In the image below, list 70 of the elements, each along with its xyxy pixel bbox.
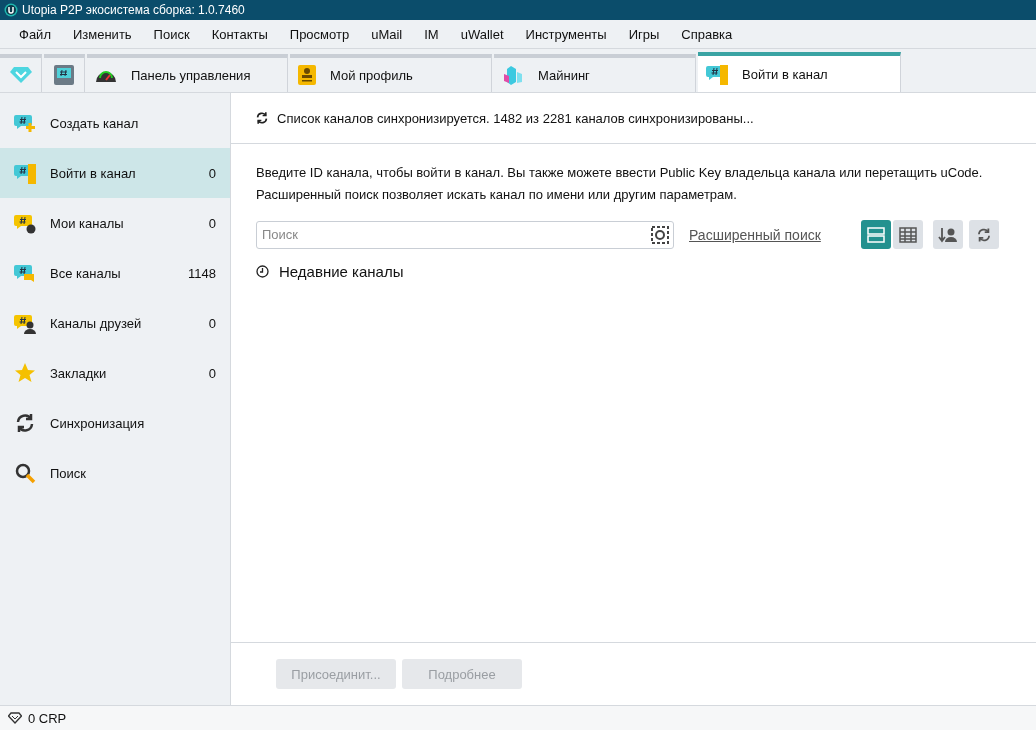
- search-field[interactable]: Поиск: [256, 220, 674, 249]
- chat-icon: [14, 262, 36, 284]
- sidebar-label: Все каналы: [50, 265, 122, 281]
- menu-item[interactable]: uWallet: [449, 26, 515, 42]
- qr-code-icon: [651, 225, 669, 244]
- item-count: 0: [208, 215, 216, 231]
- menu-item[interactable]: Инструменты: [514, 26, 618, 42]
- advanced-search-link[interactable]: Расширенный поиск: [689, 226, 821, 243]
- sidebar-item[interactable]: Создать канал: [0, 98, 230, 148]
- star-icon: [14, 362, 36, 384]
- window-title: Utopia P2P экосистема сборка: 1.0.7460: [22, 3, 245, 17]
- item-count: 0: [208, 315, 216, 331]
- refresh-button[interactable]: [968, 220, 999, 249]
- item-count: 0: [208, 365, 216, 381]
- sidebar-label: Синхронизация: [50, 415, 146, 431]
- diamond-icon: [9, 66, 32, 84]
- chat-user-icon: [14, 312, 36, 334]
- sidebar-label: Каналы друзей: [50, 315, 143, 331]
- sidebar-label: Мои каналы: [50, 215, 125, 231]
- sidebar-item[interactable]: Синхронизация: [0, 398, 230, 448]
- tab[interactable]: Войти в канал: [698, 52, 901, 92]
- item-count: 0: [208, 165, 216, 181]
- sidebar-item[interactable]: Все каналы 1148: [0, 248, 230, 298]
- diamond-icon: [8, 712, 22, 724]
- clock-icon: [256, 265, 269, 278]
- menu-item[interactable]: Файл: [8, 26, 62, 42]
- table-view-button[interactable]: [892, 220, 923, 249]
- table-icon: [898, 226, 917, 243]
- recent-channels-heading: Недавние каналы: [279, 263, 404, 280]
- sidebar-item[interactable]: Мои каналы 0: [0, 198, 230, 248]
- menu-item[interactable]: Просмотр: [278, 26, 361, 42]
- sidebar-label: Закладки: [50, 365, 108, 381]
- sidebar-item[interactable]: Поиск: [0, 448, 230, 498]
- balance-text: 0 CRP: [28, 710, 67, 726]
- crystal-icon: [502, 64, 524, 86]
- menu-item[interactable]: uMail: [360, 26, 414, 42]
- sidebar-item[interactable]: Войти в канал 0: [0, 148, 230, 198]
- sync-icon: [255, 111, 269, 125]
- description-text: Расширенный поиск позволяет искать канал по имени или другим параметрам.: [256, 186, 738, 204]
- tab[interactable]: Панель управления: [87, 54, 288, 92]
- app-logo-icon: [4, 3, 18, 17]
- tab[interactable]: Мой профиль: [290, 54, 492, 92]
- item-count: 1148: [188, 265, 216, 281]
- sort-user-icon: [937, 226, 958, 243]
- sidebar-label: Войти в канал: [50, 165, 137, 181]
- sync-icon: [14, 412, 36, 434]
- sidebar-label: Поиск: [50, 465, 88, 481]
- menu-item[interactable]: Поиск: [142, 26, 201, 42]
- tab[interactable]: Майнинг: [494, 54, 696, 92]
- chat-plus-icon: [14, 112, 36, 134]
- profile-card-icon: [298, 65, 316, 85]
- list-view-button[interactable]: [860, 220, 891, 249]
- chat-door-icon: [706, 63, 728, 85]
- menu-item[interactable]: Контакты: [200, 26, 279, 42]
- search-icon: [14, 462, 36, 484]
- menu-item[interactable]: Изменить: [61, 26, 143, 42]
- refresh-icon: [975, 226, 992, 243]
- chat-door-icon: [14, 162, 36, 184]
- description-text: Введите ID канала, чтобы войти в канал. Вы также можете ввести Public Key владельца канала или перетащить uCode.: [256, 164, 984, 182]
- sync-status-text: Список каналов синхронизируется. 1482 из 2281 каналов синхронизированы...: [277, 110, 754, 126]
- menu-item[interactable]: Справка: [670, 26, 744, 42]
- sidebar-item[interactable]: Каналы друзей 0: [0, 298, 230, 348]
- hash-screen-icon: [54, 65, 74, 85]
- sidebar-label: Создать канал: [50, 115, 140, 131]
- menu-item[interactable]: Игры: [617, 26, 671, 42]
- sort-contacts-button[interactable]: [932, 220, 963, 249]
- sidebar-item[interactable]: Закладки 0: [0, 348, 230, 398]
- list-icon: [866, 226, 885, 243]
- tab[interactable]: [44, 54, 85, 92]
- menu-item[interactable]: IM: [413, 26, 450, 42]
